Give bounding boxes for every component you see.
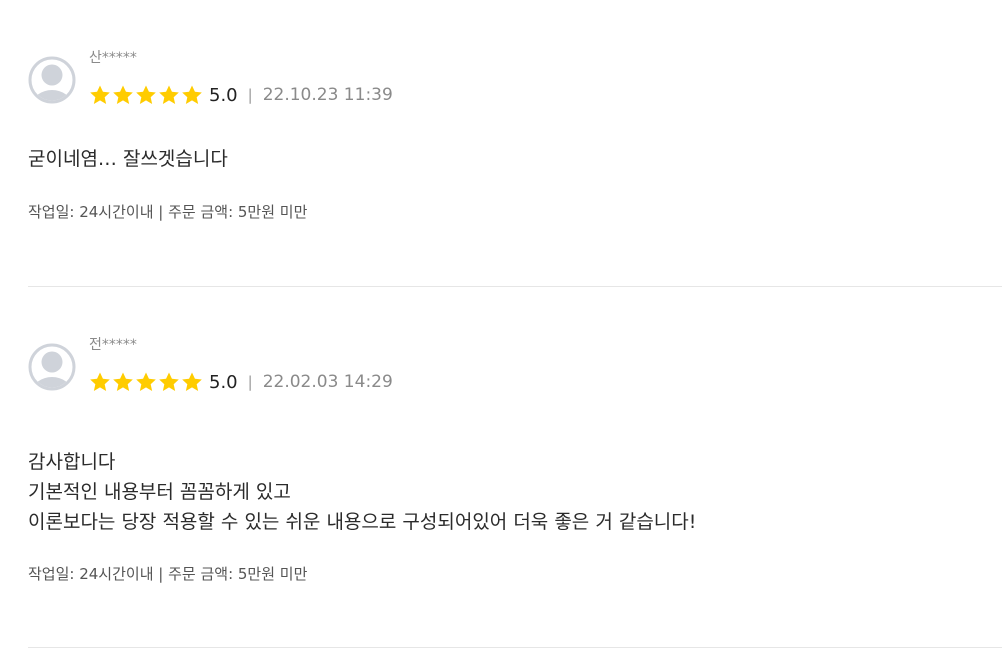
review-body-line: 이론보다는 당장 적용할 수 있는 쉬운 내용으로 구성되어있어 더욱 좋은 거… [28, 511, 697, 533]
separator: | [247, 373, 253, 391]
review-header: 전***** 5.0 | 22.02.03 14:29 [28, 333, 628, 403]
star-icon [113, 85, 133, 104]
review-datetime: 22.10.23 11:39 [262, 85, 393, 105]
rating-score: 5.0 [209, 84, 238, 106]
star-icon [90, 85, 110, 104]
star-icon [182, 85, 202, 104]
star-rating [89, 84, 203, 106]
star-icon [182, 372, 202, 391]
star-icon [113, 372, 133, 391]
review-body: 감사합니다 기본적인 내용부터 꼼꼼하게 있고 이론보다는 당장 적용할 수 있… [28, 447, 968, 537]
review-list: 산***** 5.0 | 22.10.23 11:39 굳이네염… 잘쓰겟습니다… [0, 0, 1002, 663]
star-rating [89, 371, 203, 393]
review-body-line: 기본적인 내용부터 꼼꼼하게 있고 [28, 481, 291, 503]
review-item: 산***** 5.0 | 22.10.23 11:39 굳이네염… 잘쓰겟습니다… [28, 0, 1002, 287]
user-avatar-icon [28, 56, 76, 104]
star-icon [136, 85, 156, 104]
star-icon [159, 372, 179, 391]
divider [28, 647, 1002, 648]
review-body-line: 감사합니다 [28, 451, 116, 473]
star-icon [90, 372, 110, 391]
review-meta: 작업일: 24시간이내 | 주문 금액: 5만원 미만 [28, 565, 308, 583]
review-datetime: 22.02.03 14:29 [262, 372, 393, 392]
star-icon [136, 372, 156, 391]
reviewer-name: 산***** [89, 50, 137, 66]
review-body: 굳이네염… 잘쓰겟습니다 [28, 144, 968, 174]
separator: | [247, 86, 253, 104]
user-avatar-icon [28, 343, 76, 391]
rating-row: 5.0 | 22.02.03 14:29 [89, 370, 393, 394]
review-item: 전***** 5.0 | 22.02.03 14:29 감사합니다 기본적인 내… [28, 287, 1002, 648]
reviewer-name: 전***** [89, 337, 137, 353]
star-icon [159, 85, 179, 104]
rating-row: 5.0 | 22.10.23 11:39 [89, 83, 393, 107]
rating-score: 5.0 [209, 371, 238, 393]
review-header: 산***** 5.0 | 22.10.23 11:39 [28, 46, 628, 116]
review-meta: 작업일: 24시간이내 | 주문 금액: 5만원 미만 [28, 203, 308, 221]
review-body-line: 굳이네염… 잘쓰겟습니다 [28, 148, 228, 170]
